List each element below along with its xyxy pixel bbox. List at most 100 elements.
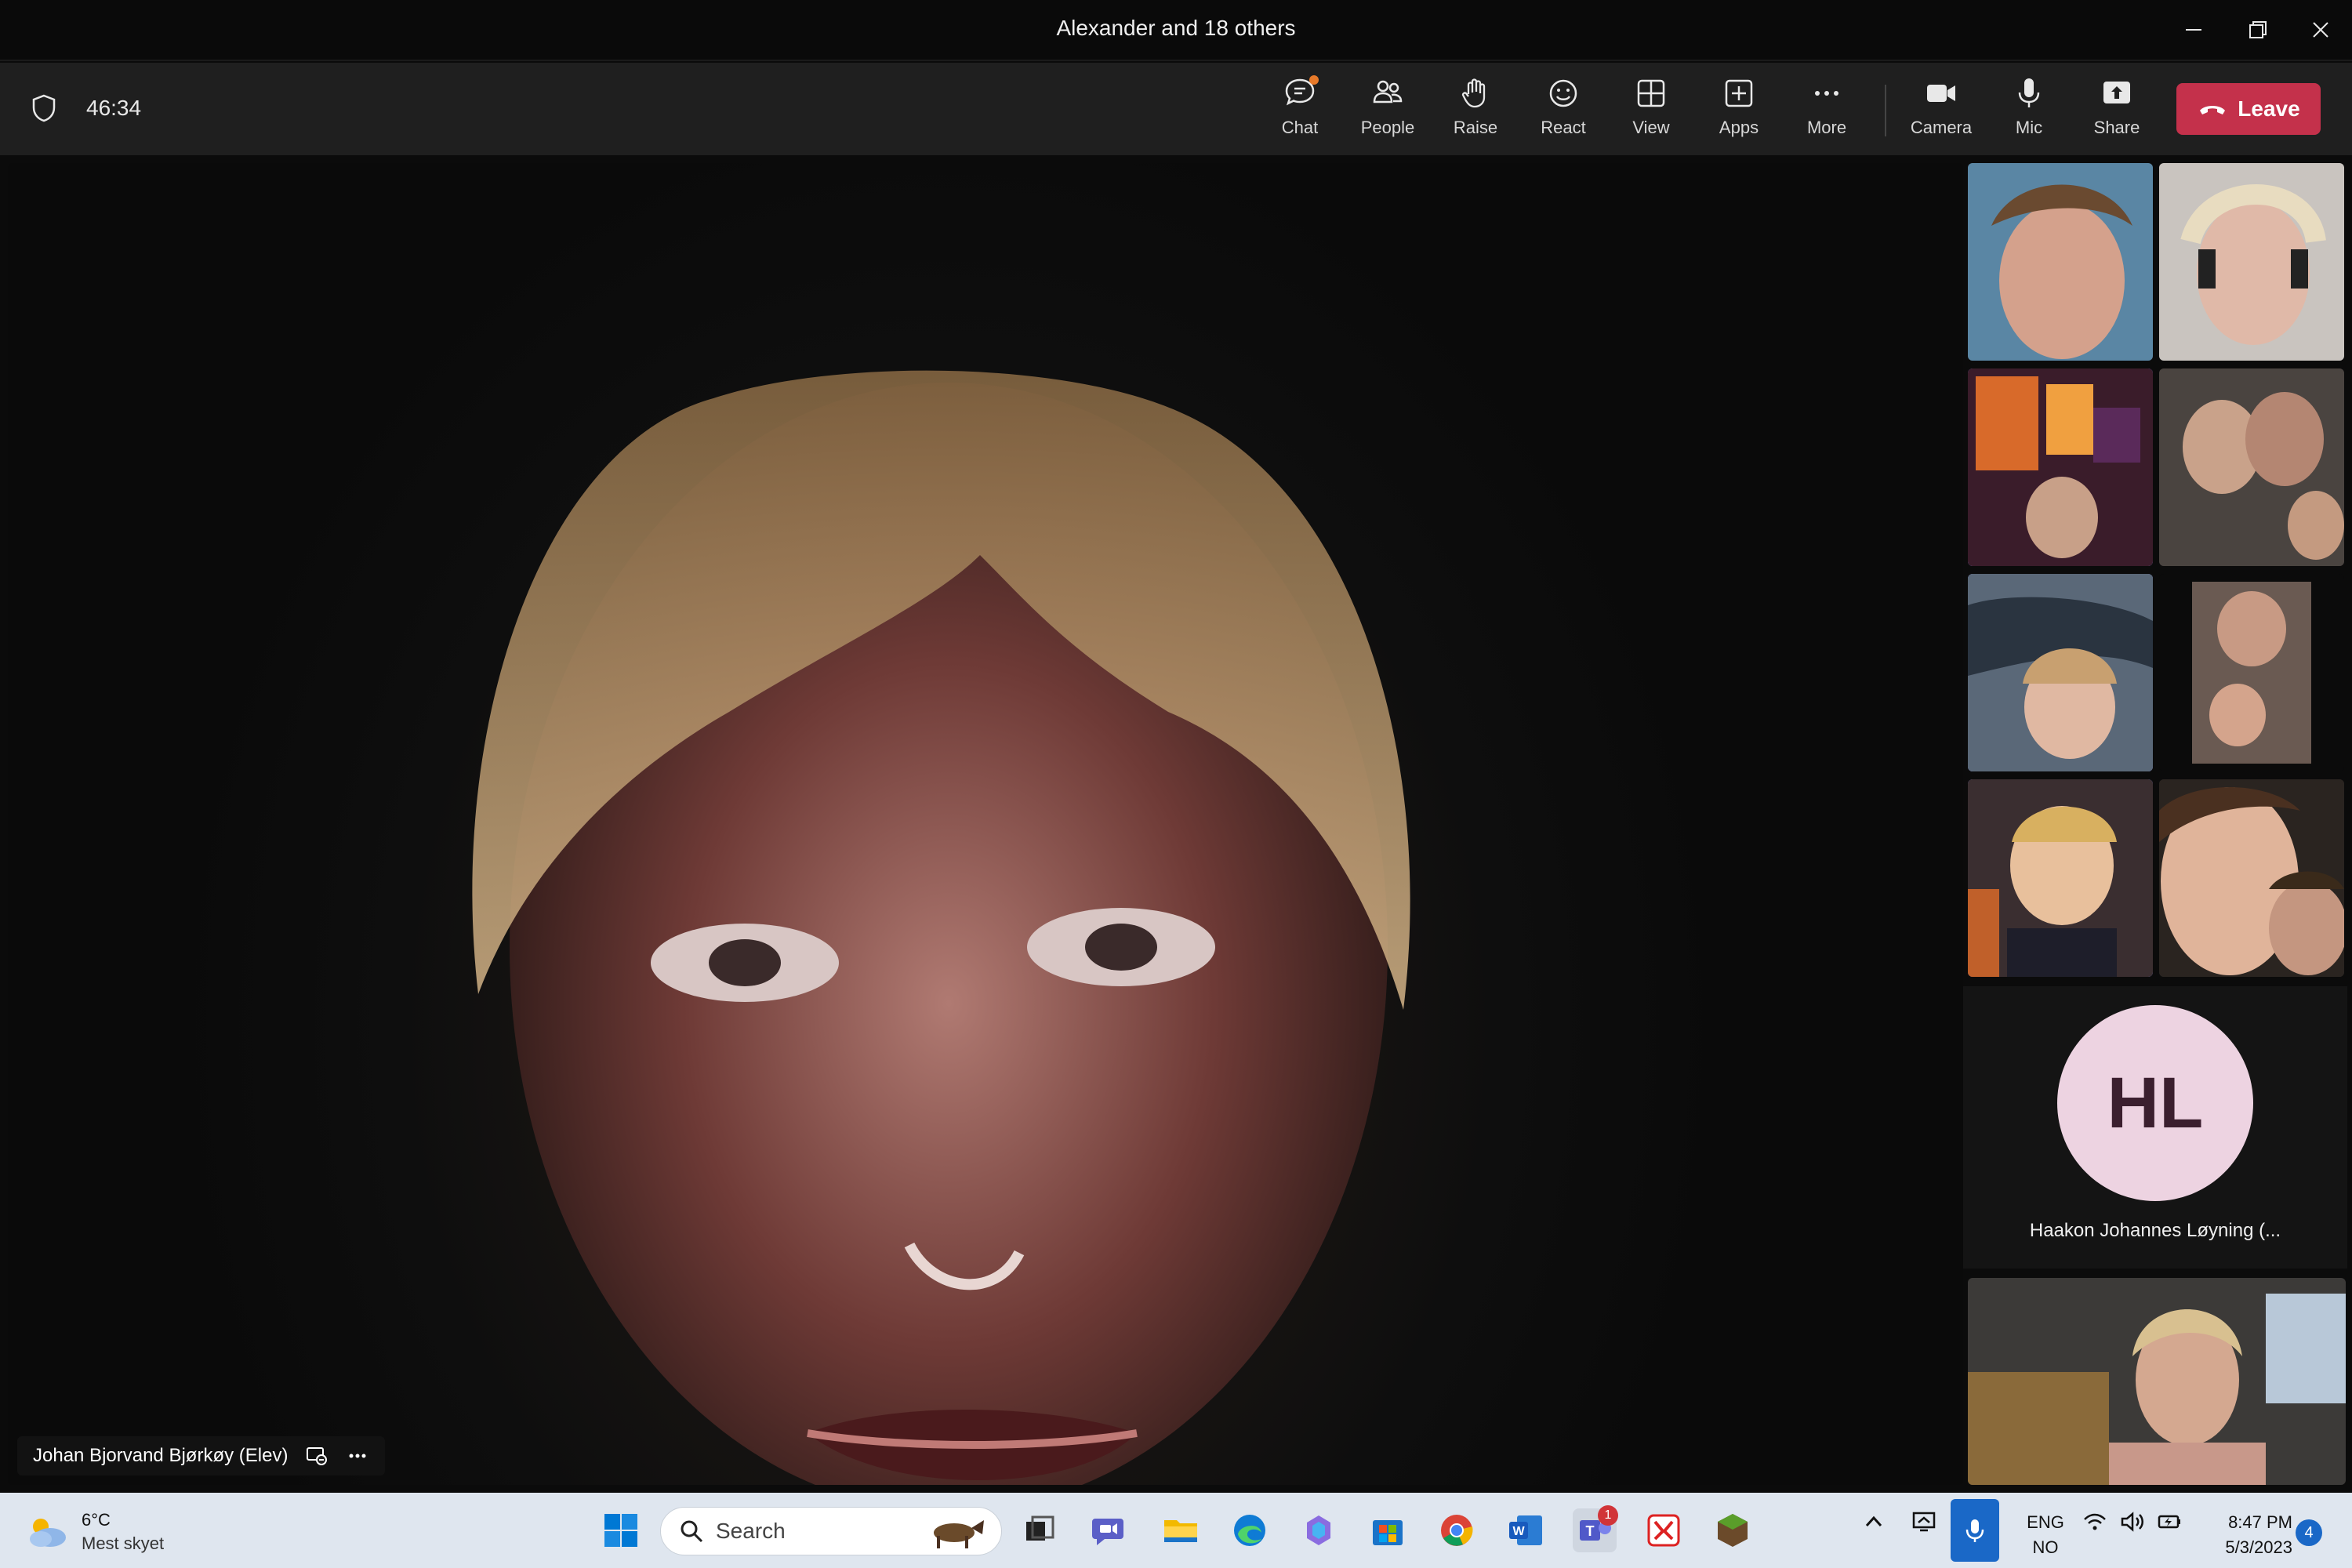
camera-label: Camera bbox=[1910, 118, 1973, 137]
edge-browser-button[interactable] bbox=[1228, 1508, 1272, 1552]
share-label: Share bbox=[2093, 118, 2140, 137]
show-hidden-icons-button[interactable] bbox=[1858, 1508, 1889, 1535]
apps-button[interactable]: Apps bbox=[1700, 75, 1778, 144]
weather-widget[interactable]: 6°C Mest skyet bbox=[24, 1510, 164, 1554]
file-explorer-button[interactable] bbox=[1159, 1508, 1203, 1552]
mic-icon bbox=[2018, 78, 2040, 107]
participant-video bbox=[1968, 163, 2153, 361]
projection-button[interactable] bbox=[1908, 1508, 1940, 1535]
shield-icon[interactable] bbox=[28, 93, 60, 124]
task-view-button[interactable] bbox=[1018, 1508, 1062, 1552]
participant-avatar: HL bbox=[2057, 1005, 2253, 1201]
title-bar: Alexander and 18 others bbox=[0, 0, 2352, 61]
search-placeholder: Search bbox=[716, 1519, 786, 1543]
participant-video bbox=[1968, 779, 2153, 977]
start-button[interactable] bbox=[599, 1508, 643, 1552]
volume-icon bbox=[2121, 1512, 2143, 1532]
participant-video bbox=[1968, 368, 2153, 566]
close-button[interactable] bbox=[2296, 11, 2346, 49]
participant-video-tile[interactable] bbox=[1968, 163, 2153, 361]
self-video bbox=[1968, 1278, 2346, 1485]
participant-video bbox=[2159, 779, 2344, 977]
raise-hand-button[interactable]: Raise bbox=[1436, 75, 1515, 144]
share-button[interactable]: Share bbox=[2078, 75, 2156, 144]
participant-video-tile[interactable] bbox=[2159, 574, 2344, 771]
toolbar-divider bbox=[1885, 85, 1886, 136]
view-button[interactable]: View bbox=[1612, 75, 1690, 144]
camera-icon bbox=[1927, 85, 1955, 102]
participant-video-tile[interactable] bbox=[2159, 779, 2344, 977]
meeting-toolbar: 46:34 Chat People Raise React View Apps … bbox=[0, 63, 2352, 155]
minecraft-button[interactable] bbox=[1711, 1508, 1755, 1552]
window-title: Alexander and 18 others bbox=[1056, 16, 1296, 40]
minecraft-icon bbox=[1718, 1514, 1748, 1547]
chat-button[interactable]: Chat bbox=[1261, 75, 1339, 144]
leave-button[interactable]: Leave bbox=[2176, 83, 2321, 135]
battery-button[interactable] bbox=[2154, 1508, 2186, 1535]
participant-video-tile[interactable] bbox=[1968, 779, 2153, 977]
participant-video-tile[interactable] bbox=[2159, 163, 2344, 361]
folder-icon bbox=[1164, 1520, 1197, 1542]
mic-button[interactable]: Mic bbox=[1990, 75, 2068, 144]
close-icon bbox=[2313, 22, 2328, 38]
microphone-icon bbox=[1965, 1519, 1984, 1542]
share-icon bbox=[2103, 82, 2130, 103]
language-code: ENG bbox=[2027, 1512, 2064, 1532]
participant-video bbox=[1968, 574, 2153, 771]
minimize-button[interactable] bbox=[2169, 11, 2219, 49]
camera-button[interactable]: Camera bbox=[1902, 75, 1980, 144]
copilot-button[interactable] bbox=[1297, 1508, 1341, 1552]
participant-video bbox=[2159, 368, 2344, 566]
microsoft-store-button[interactable] bbox=[1366, 1508, 1410, 1552]
antivirus-app-button[interactable] bbox=[1642, 1508, 1686, 1552]
chevron-up-icon bbox=[1865, 1515, 1882, 1527]
leave-label: Leave bbox=[2238, 96, 2300, 121]
taskbar-clock[interactable]: 8:47 PM 5/3/2023 bbox=[2198, 1510, 2292, 1560]
teams-button[interactable]: T 1 bbox=[1573, 1505, 1618, 1552]
view-label: View bbox=[1632, 118, 1670, 137]
weather-description: Mest skyet bbox=[82, 1534, 165, 1553]
react-button[interactable]: React bbox=[1524, 75, 1602, 144]
word-icon: W bbox=[1509, 1515, 1542, 1545]
teams-chat-button[interactable] bbox=[1087, 1508, 1131, 1552]
volume-button[interactable] bbox=[2117, 1508, 2148, 1535]
chrome-button[interactable] bbox=[1435, 1508, 1479, 1552]
more-button[interactable]: More bbox=[1788, 75, 1866, 144]
speaker-name-chip: Johan Bjorvand Bjørkøy (Elev) bbox=[17, 1436, 386, 1475]
input-language-indicator[interactable]: ENG NO bbox=[2018, 1510, 2073, 1560]
edge-icon bbox=[1234, 1515, 1265, 1546]
more-options-icon[interactable] bbox=[346, 1444, 369, 1468]
react-icon bbox=[1549, 79, 1577, 107]
clock-time: 8:47 PM bbox=[2228, 1512, 2292, 1532]
store-icon bbox=[1373, 1520, 1403, 1545]
participant-video-tile[interactable] bbox=[1968, 574, 2153, 771]
main-video-stage[interactable]: Johan Bjorvand Bjørkøy (Elev) bbox=[8, 163, 1963, 1485]
self-video-tile[interactable] bbox=[1968, 1278, 2346, 1485]
teams-badge: 1 bbox=[1598, 1505, 1618, 1526]
word-button[interactable]: W bbox=[1504, 1508, 1548, 1552]
more-icon bbox=[1815, 91, 1838, 96]
restore-button[interactable] bbox=[2233, 11, 2283, 49]
more-label: More bbox=[1806, 118, 1847, 137]
people-icon bbox=[1373, 80, 1403, 103]
antivirus-icon bbox=[1647, 1514, 1680, 1547]
participant-video-tile[interactable] bbox=[2159, 368, 2344, 566]
wifi-button[interactable] bbox=[2079, 1508, 2111, 1535]
participant-video-tile[interactable] bbox=[1968, 368, 2153, 566]
participant-avatar-name: Haakon Johannes Løyning (... bbox=[2029, 1220, 2281, 1241]
notification-badge[interactable]: 4 bbox=[2296, 1519, 2322, 1546]
view-icon bbox=[1637, 79, 1665, 107]
teams-chat-icon bbox=[1092, 1519, 1123, 1545]
battery-charging-icon bbox=[2158, 1515, 2180, 1529]
project-screen-icon bbox=[1912, 1512, 1936, 1532]
people-button[interactable]: People bbox=[1348, 75, 1427, 144]
taskbar-search[interactable]: Search bbox=[660, 1507, 1002, 1555]
search-icon bbox=[681, 1520, 703, 1543]
windows-taskbar: 6°C Mest skyet Search W T 1 ENG NO 8:47 … bbox=[0, 1493, 2352, 1568]
weather-temperature: 6°C bbox=[82, 1510, 111, 1530]
svg-text:W: W bbox=[1512, 1525, 1525, 1538]
apps-icon bbox=[1725, 79, 1753, 107]
participant-video bbox=[2159, 163, 2344, 361]
chrome-icon bbox=[1441, 1515, 1473, 1546]
mic-in-use-button[interactable] bbox=[1951, 1499, 1999, 1562]
